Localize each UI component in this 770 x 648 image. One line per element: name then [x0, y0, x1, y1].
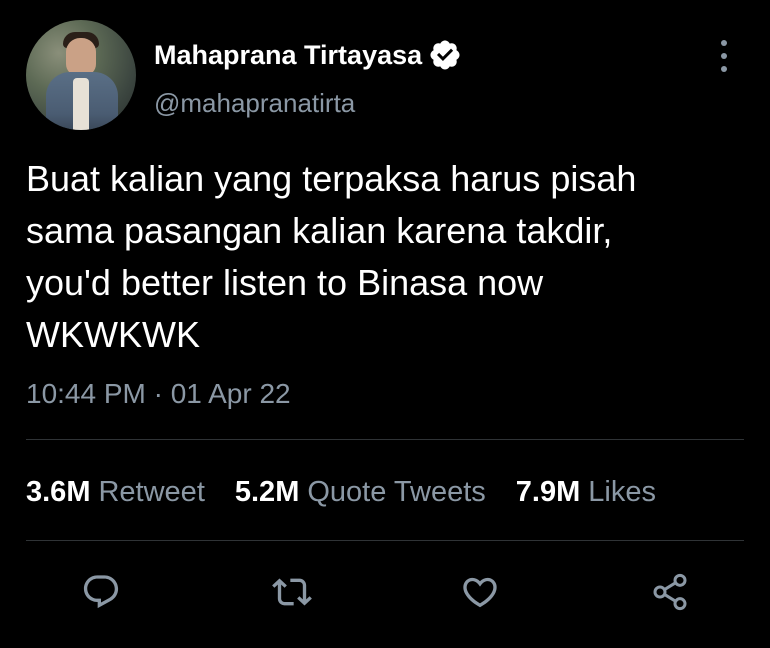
avatar[interactable]	[26, 20, 136, 130]
author-row: Mahaprana Tirtayasa	[154, 38, 462, 72]
quote-tweets-stat[interactable]: 5.2M Quote Tweets	[235, 476, 486, 509]
likes-label: Likes	[588, 475, 656, 508]
quote-tweets-label: Quote Tweets	[307, 475, 486, 508]
share-button[interactable]	[648, 568, 692, 616]
tweet-text-line: Buat kalian yang terpaksa harus pisah	[26, 158, 637, 199]
more-dot	[721, 40, 727, 46]
retweet-button[interactable]	[270, 568, 314, 616]
likes-stat[interactable]: 7.9M Likes	[516, 476, 656, 509]
tweet-text-line: you'd better listen to Binasa now	[26, 262, 544, 303]
retweet-count: 3.6M	[26, 475, 91, 508]
tweet-text-line: WKWKWK	[26, 314, 200, 355]
more-options-icon[interactable]	[712, 40, 736, 72]
divider	[26, 540, 744, 541]
more-dot	[721, 53, 727, 59]
like-button[interactable]	[458, 568, 502, 616]
author-handle[interactable]: @mahapranatirta	[154, 88, 355, 119]
retweet-stat[interactable]: 3.6M Retweet	[26, 476, 205, 509]
retweet-icon	[272, 578, 312, 606]
divider	[26, 439, 744, 440]
like-icon	[463, 577, 497, 608]
reply-icon	[83, 575, 119, 609]
more-dot	[721, 66, 727, 72]
verified-badge-icon	[428, 38, 462, 72]
tweet-text-line: sama pasangan kalian karena takdir,	[26, 210, 613, 251]
author-name[interactable]: Mahaprana Tirtayasa	[154, 40, 422, 71]
engagement-stats: 3.6M Retweet 5.2M Quote Tweets 7.9M Like…	[26, 474, 656, 510]
avatar-shirt	[73, 78, 89, 130]
likes-count: 7.9M	[515, 475, 581, 508]
share-icon	[653, 573, 687, 611]
avatar-head	[66, 38, 96, 76]
action-bar	[0, 568, 770, 616]
retweet-label: Retweet	[98, 475, 205, 508]
quote-tweets-count: 5.2M	[234, 475, 300, 508]
tweet-timestamp[interactable]: 10:44 PM · 01 Apr 22	[26, 378, 291, 410]
reply-button[interactable]	[79, 568, 123, 616]
tweet-text: Buat kalian yang terpaksa harus pisah sa…	[26, 153, 756, 361]
